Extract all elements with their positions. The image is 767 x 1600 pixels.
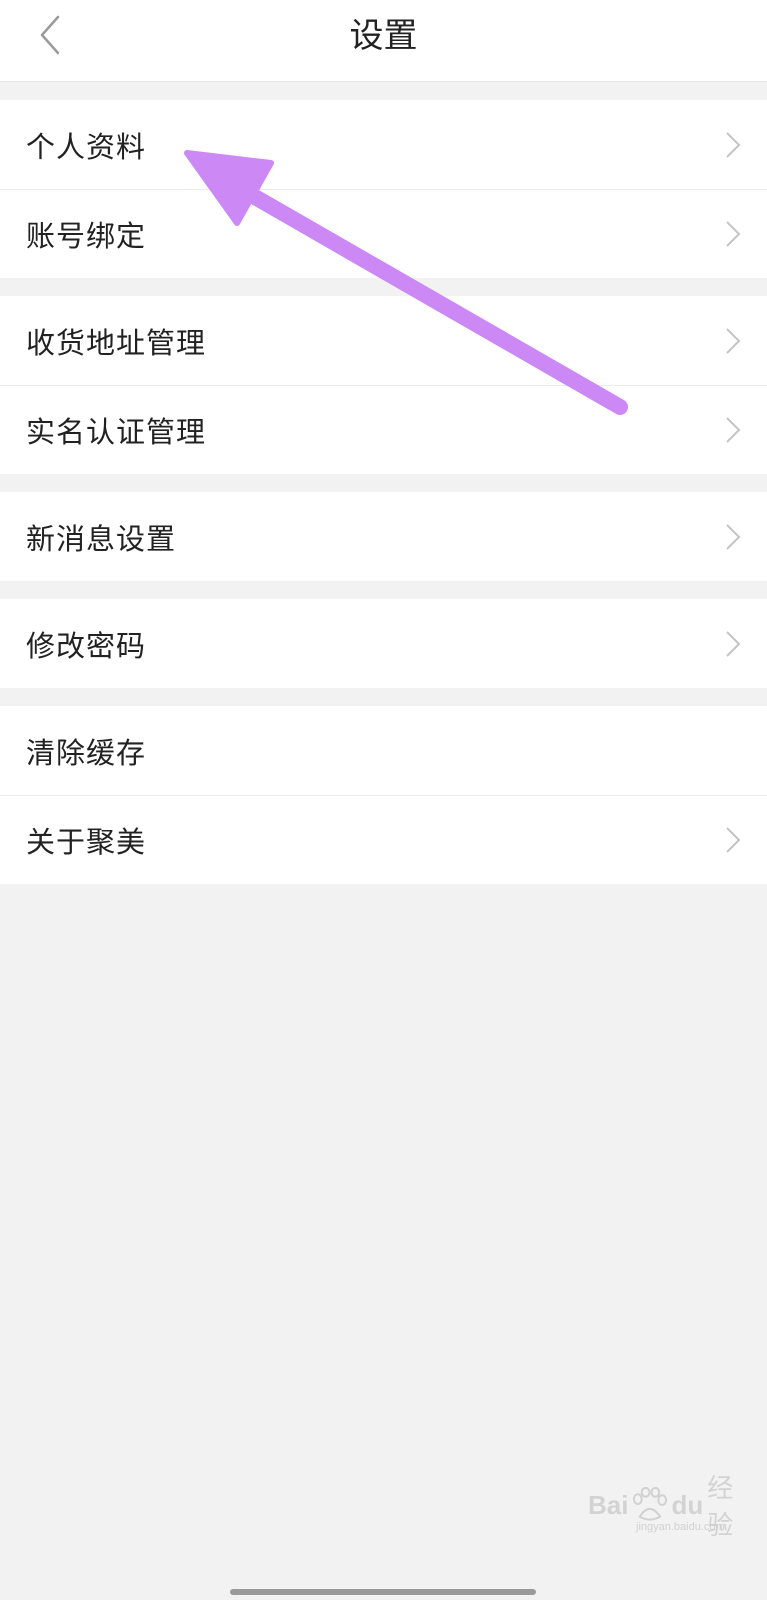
settings-row-change-password[interactable]: 修改密码 [0,599,767,688]
watermark-brand-right: du [671,1489,704,1520]
watermark-url: jingyan.baidu.com [636,1521,725,1533]
chevron-right-icon [726,220,741,247]
chevron-right-icon [726,131,741,158]
settings-row-clear-cache[interactable]: 清除缓存 [0,706,767,795]
settings-group-account: 个人资料 账号绑定 [0,100,767,278]
watermark-brand-left: Bai [588,1489,629,1520]
chevron-right-icon [726,523,741,550]
row-label: 修改密码 [26,628,147,663]
paw-icon [633,1487,668,1521]
settings-group-addresses: 收货地址管理 实名认证管理 [0,296,767,474]
row-label: 收货地址管理 [26,325,207,360]
chevron-right-icon [726,416,741,443]
settings-row-address-management[interactable]: 收货地址管理 [0,296,767,385]
row-label: 个人资料 [26,129,147,164]
row-label: 新消息设置 [26,521,177,556]
settings-row-identity-verification[interactable]: 实名认证管理 [0,385,767,474]
chevron-right-icon [726,630,741,657]
row-label: 账号绑定 [26,218,147,253]
home-indicator[interactable] [230,1589,536,1595]
row-label: 清除缓存 [26,735,147,770]
settings-group-misc: 清除缓存 关于聚美 [0,706,767,884]
settings-row-new-message[interactable]: 新消息设置 [0,492,767,581]
settings-group-password: 修改密码 [0,599,767,688]
settings-row-profile[interactable]: 个人资料 [0,100,767,189]
row-label: 实名认证管理 [26,414,207,449]
settings-row-account-binding[interactable]: 账号绑定 [0,189,767,278]
settings-row-about[interactable]: 关于聚美 [0,795,767,884]
chevron-right-icon [726,826,741,853]
row-label: 关于聚美 [26,824,147,859]
chevron-right-icon [726,327,741,354]
settings-group-notifications: 新消息设置 [0,492,767,581]
page-title: 设置 [349,16,418,56]
nav-bar: 设置 [0,0,767,82]
